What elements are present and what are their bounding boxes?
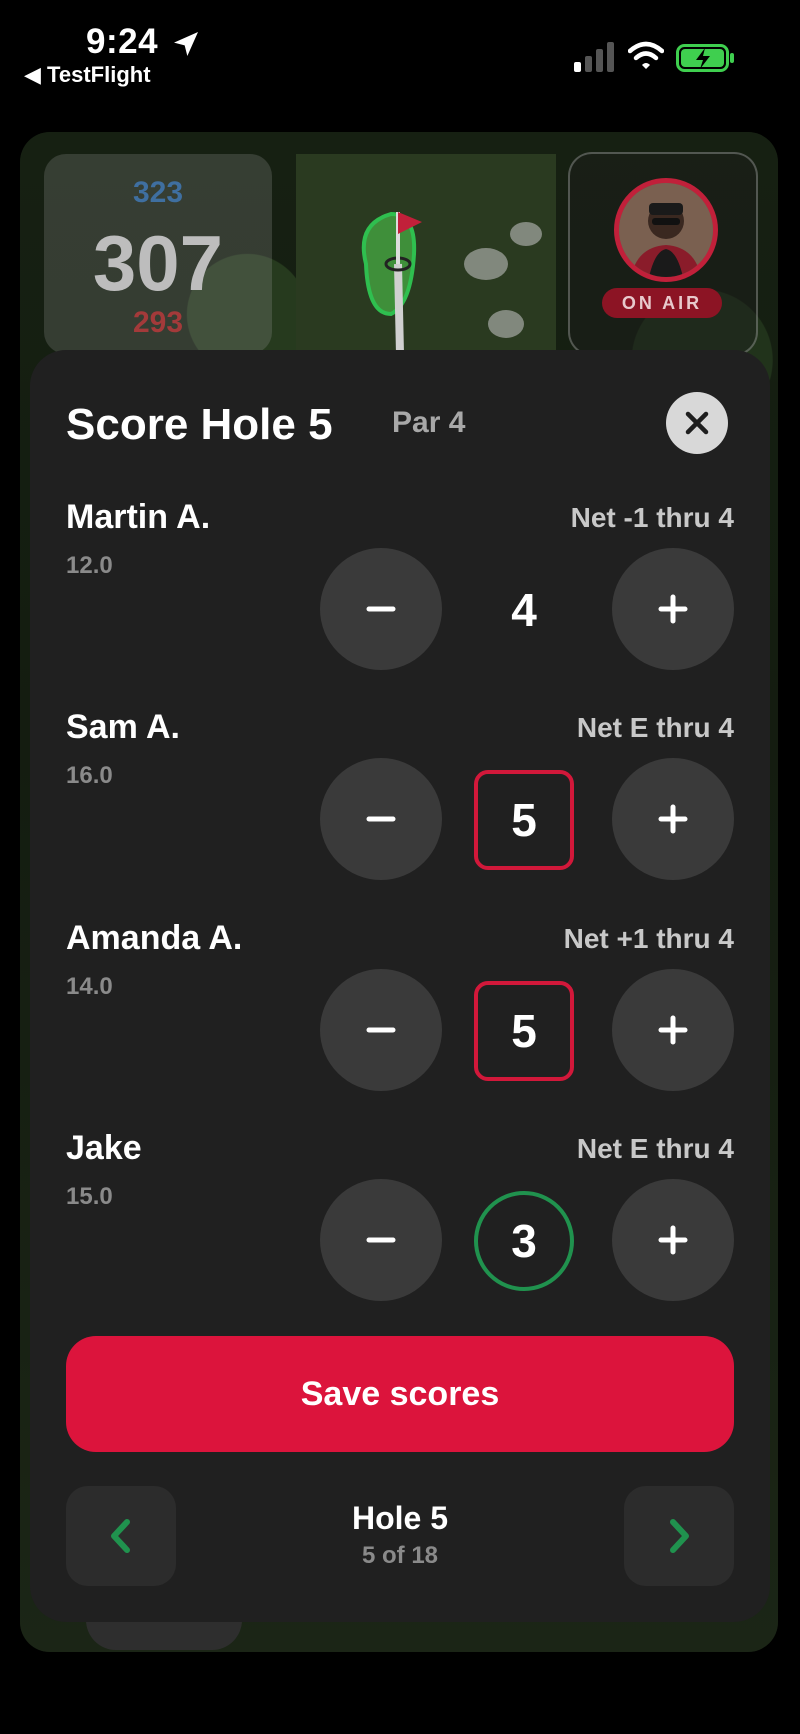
chevron-right-icon <box>670 1519 689 1553</box>
minus-icon <box>366 1237 396 1243</box>
player-name: Sam A. <box>66 708 181 746</box>
wifi-icon <box>628 41 664 69</box>
player-net-status: Net -1 thru 4 <box>570 502 734 533</box>
player-net-status: Net E thru 4 <box>576 712 734 743</box>
score-value: 5 <box>474 981 574 1081</box>
player-row: Martin A. 12.0 Net -1 thru 4 4 <box>66 498 734 708</box>
player-name: Martin A. <box>66 498 211 536</box>
back-to-app-link[interactable]: ◀ TestFlight <box>24 62 151 88</box>
avatar <box>614 178 718 282</box>
status-time: 9:24 <box>86 22 159 61</box>
on-air-card[interactable]: ON AIR <box>568 152 758 356</box>
plus-icon <box>658 1015 688 1045</box>
close-icon <box>685 411 709 435</box>
cellular-signal-icon <box>574 42 614 72</box>
minus-icon <box>366 816 396 822</box>
score-value: 4 <box>511 584 537 636</box>
increment-score-button[interactable] <box>612 1179 734 1301</box>
player-handicap: 14.0 <box>66 973 113 1000</box>
player-name: Amanda A. <box>66 919 243 957</box>
back-triangle-icon: ◀ <box>24 62 41 87</box>
location-arrow-icon <box>174 32 198 56</box>
score-value: 5 <box>474 770 574 870</box>
player-row: Sam A. 16.0 Net E thru 4 5 <box>66 708 734 918</box>
hole-preview-map[interactable] <box>296 154 556 354</box>
bottom-tab-handle <box>86 1620 242 1650</box>
battery-charging-icon <box>676 44 734 72</box>
decrement-score-button[interactable] <box>320 548 442 670</box>
par-label: Par 4 <box>392 406 466 439</box>
back-app-label: TestFlight <box>47 62 151 87</box>
status-bar: 9:24 ◀ TestFlight <box>0 0 800 110</box>
player-handicap: 16.0 <box>66 762 113 789</box>
player-name: Jake <box>66 1129 142 1167</box>
increment-score-button[interactable] <box>612 548 734 670</box>
yardage-front: 293 <box>132 306 184 339</box>
save-scores-button[interactable]: Save scores <box>66 1336 734 1452</box>
close-button[interactable] <box>666 392 728 454</box>
sheet-title: Score Hole 5 <box>66 400 333 449</box>
player-row: Jake 15.0 Net E thru 4 3 <box>66 1129 734 1339</box>
increment-score-button[interactable] <box>612 758 734 880</box>
minus-icon <box>366 1027 396 1033</box>
score-value: 3 <box>474 1191 574 1291</box>
player-handicap: 15.0 <box>66 1183 113 1210</box>
plus-icon <box>658 594 688 624</box>
next-hole-button[interactable] <box>624 1486 734 1586</box>
person-icon <box>619 183 713 277</box>
plus-icon <box>658 804 688 834</box>
yardage-back: 323 <box>132 176 184 209</box>
decrement-score-button[interactable] <box>320 758 442 880</box>
minus-icon <box>366 606 396 612</box>
yardage-middle: 307 <box>92 219 224 307</box>
player-handicap: 12.0 <box>66 552 113 579</box>
player-net-status: Net +1 thru 4 <box>563 923 734 954</box>
player-row: Amanda A. 14.0 Net +1 thru 4 5 <box>66 919 734 1129</box>
plus-icon <box>658 1225 688 1255</box>
score-sheet: Score Hole 5 Par 4 Martin A. 12.0 Net -1… <box>30 350 770 1622</box>
on-air-badge: ON AIR <box>602 288 722 318</box>
player-net-status: Net E thru 4 <box>576 1133 734 1164</box>
decrement-score-button[interactable] <box>320 969 442 1091</box>
decrement-score-button[interactable] <box>320 1179 442 1301</box>
yardage-card: 323 307 293 <box>44 154 272 354</box>
increment-score-button[interactable] <box>612 969 734 1091</box>
